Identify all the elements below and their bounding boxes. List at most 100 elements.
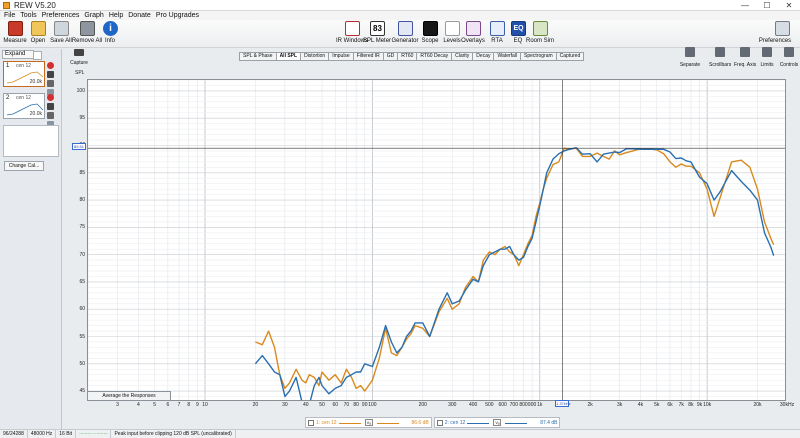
tab-spectrogram[interactable]: Spectrogram [520,52,556,61]
x-tick-label: 10k [703,402,712,408]
scope-icon [423,21,438,36]
remove-icon [80,21,95,36]
tab-decay[interactable]: Decay [472,52,494,61]
legend-line-swatch [505,420,528,426]
series-line-2-cen-12 [254,146,775,400]
freq-axis-button[interactable]: Freq. Axis [734,47,756,69]
rta-icon [490,21,505,36]
separate-icon [685,47,695,57]
spl-meter-button[interactable]: 83 SPL Meter [363,20,391,48]
graph-legend: 1: cen 12 Vₐ 86.6 dB 2: cen 12 Vₐ 87.4 d… [305,417,562,428]
y-tick-label: 65 [79,278,85,285]
tab-clarity[interactable]: Clarity [451,52,473,61]
legend-checkbox[interactable] [436,419,443,426]
menu-bar: File Tools Preferences Graph Help Donate… [0,11,800,20]
window-controls: — ☐ ✕ [734,0,800,11]
tab-distortion[interactable]: Distortion [300,52,329,61]
series-line-1-cen-12 [255,147,775,392]
legend-checkbox[interactable] [308,419,314,426]
tab-rt60[interactable]: RT60 [397,52,417,61]
overlays-icon [466,21,481,36]
controls-button[interactable]: Controls [779,47,799,69]
tab-captured[interactable]: Captured [555,52,585,61]
legend-item-1[interactable]: 1: cen 12 Vₐ 86.6 dB [305,417,432,428]
close-button[interactable]: ✕ [778,0,800,11]
y-tick-label: 75 [79,224,85,231]
capture-button[interactable]: Capture [67,49,91,67]
spl-meter-icon: 83 [370,21,385,36]
status-memory: 96/24288 [0,430,28,438]
freq-axis-icon [740,47,750,57]
menu-file[interactable]: File [3,11,19,20]
x-tick-label: 30kHz [779,402,795,408]
minimize-button[interactable]: — [734,0,756,11]
legend-item-2[interactable]: 2: cen 12 Vₐ 87.4 dB [433,417,561,428]
tab-all-spl[interactable]: All SPL [275,52,301,61]
controls-icon [784,47,794,57]
spl-graph[interactable] [87,79,786,401]
legend-line-swatch [338,420,361,426]
average-responses-button[interactable]: Average the Responses [87,391,171,401]
measurement-card-1[interactable]: 1 cen 12 20.0k [3,61,45,87]
change-cal-button[interactable]: Change Cal... [4,161,44,171]
separate-button[interactable]: Separate [679,47,701,69]
input-level-meter: ·········· ·········· [76,430,112,438]
x-tick-label: 200 [418,402,427,408]
y-tick-label: 85 [79,169,85,176]
y-tick-label: 70 [79,251,85,258]
tab-rt60-decay[interactable]: RT60 Decay [416,52,452,61]
expand-dropdown[interactable]: Expand [2,50,42,60]
cursor-y-readout: 89.51 [72,143,86,150]
info-icon: i [103,21,118,36]
tab-spl-phase[interactable]: SPL & Phase [239,52,276,61]
status-sample-rate: 48000 Hz [28,430,57,438]
scrollbars-button[interactable]: Scrollbars [709,47,731,69]
pen-icon[interactable] [47,80,54,87]
spl-plot-svg[interactable] [88,80,786,401]
cursor-x-readout: 1.37kHz [555,400,571,407]
legend-line-swatch [376,420,399,426]
status-message: Peak input before clipping 120 dB SPL (u… [111,430,236,438]
y-tick-label: 45 [79,388,85,395]
limits-button[interactable]: Limits [759,47,775,69]
notes-area [3,125,59,157]
pen-icon[interactable] [47,112,54,119]
eq-icon[interactable] [47,71,54,78]
y-tick-label: 100 [76,87,85,94]
y-tick-label: 50 [79,360,85,367]
info-button[interactable]: i Info [100,20,120,48]
ir-windows-icon [345,21,360,36]
y-tick-label: 95 [79,115,85,122]
maximize-button[interactable]: ☐ [756,0,778,11]
tab-waterfall[interactable]: Waterfall [493,52,521,61]
x-tick-label: 20 [252,402,259,408]
menu-tools[interactable]: Tools [19,11,40,20]
save-icon [54,21,69,36]
measurement-1-actions [47,62,57,98]
menu-donate[interactable]: Donate [127,11,155,20]
measurement-card-2[interactable]: 2 cen 12 20.0k [3,93,45,119]
tab-filtered-ir[interactable]: Filtered IR [352,52,383,61]
eq-icon[interactable] [47,103,54,110]
tab-impulse[interactable]: Impulse [328,52,353,61]
menu-preferences[interactable]: Preferences [41,11,84,20]
menu-graph[interactable]: Graph [83,11,107,20]
gear-icon [775,21,790,36]
scrollbars-icon [715,47,725,57]
y-tick-label: 60 [79,306,85,313]
levels-icon [445,21,460,36]
measurements-panel: Expand 1 cen 12 20.0k 2 cen 12 20.0k Cha… [0,49,62,429]
window-title: REW V5.20 [14,1,56,10]
menu-help[interactable]: Help [108,11,127,20]
room-sim-button[interactable]: Room Sim [526,20,554,48]
y-tick-label: 55 [79,333,85,340]
x-tick-label: 10 [202,402,208,408]
delete-icon[interactable] [47,62,54,69]
delete-icon[interactable] [47,94,54,101]
tab-gd[interactable]: GD [382,52,398,61]
preferences-button[interactable]: Preferences [759,20,794,48]
menu-pro-upgrades[interactable]: Pro Upgrades [155,11,203,20]
x-tick-label: 100 [368,402,377,408]
status-bit-depth: 16 Bit [56,430,77,438]
measure-icon [8,21,23,36]
